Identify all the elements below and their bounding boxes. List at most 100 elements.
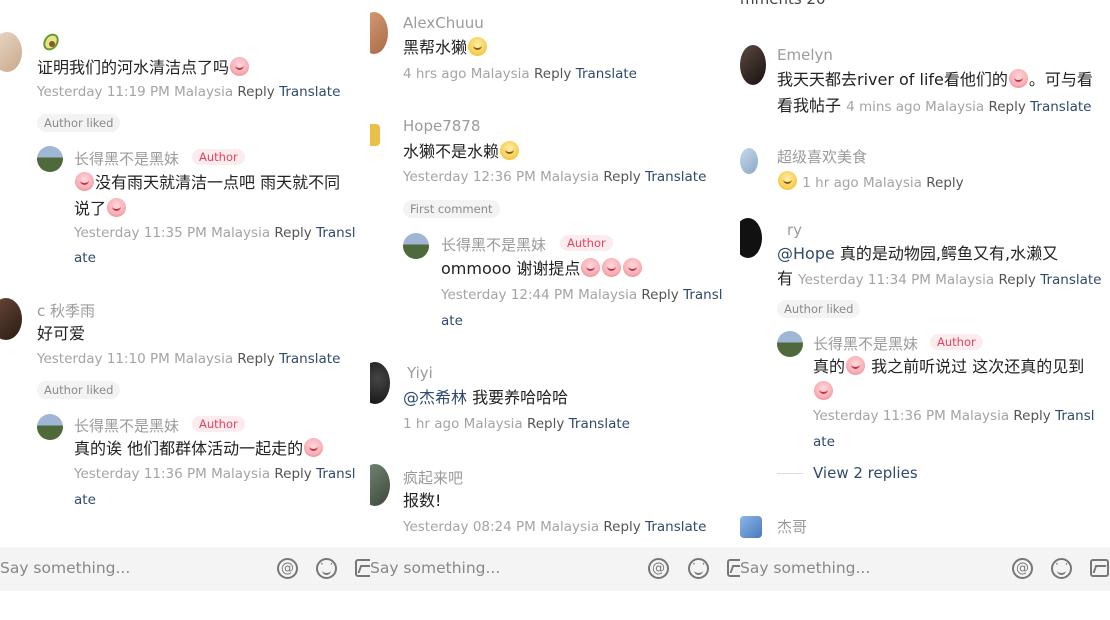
reply-button[interactable]: Reply [237,84,274,100]
author-badge: Author [560,235,613,251]
avatar[interactable] [740,148,758,174]
reply-text: ommooo 谢谢提点 [441,256,643,282]
reply-button[interactable]: Reply [641,287,678,303]
avatar[interactable] [740,218,762,258]
at-icon[interactable]: @ [648,558,669,579]
comment-meta: 4 hrs ago Malaysia Reply Translate [403,66,637,82]
avatar[interactable] [740,516,762,538]
comment-text: 报数! [403,491,442,510]
image-icon[interactable] [1090,559,1109,577]
translate-button[interactable]: Translate [279,351,340,367]
avatar[interactable] [370,464,390,506]
commenter-name[interactable]: 杰哥 [777,516,807,537]
reply-button[interactable]: Reply [527,416,564,432]
comment-text: 我天天都去river of life看他们的 。可与看 [777,69,1093,89]
mention-link[interactable]: @Hope [777,244,835,263]
reply-author-name[interactable]: 长得黑不是黑妹 [74,415,179,436]
commenter-name[interactable]: 疯起来吧 [403,467,463,488]
reply-meta: Yesterday 11:35 PM Malaysia Reply Transl [74,225,356,241]
translate-wrap[interactable]: ate [441,313,463,329]
translate-button[interactable]: Translate [576,66,637,82]
comment-input[interactable]: Say something... [0,559,130,577]
view-replies-link[interactable]: View 2 replies [813,464,918,482]
reply-button[interactable]: Reply [988,99,1025,115]
reply-author-name[interactable]: 长得黑不是黑妹 [74,148,179,169]
translate-button[interactable]: Translate [1030,99,1091,115]
author-liked-badge: Author liked [37,114,121,132]
comment-input[interactable]: Say something... [370,559,500,577]
emoji-icon [602,258,622,277]
reply-meta: Yesterday 11:36 PM Malaysia Reply Transl [74,466,356,482]
translate-button[interactable]: Transl [316,225,355,241]
reply-button[interactable]: Reply [1013,408,1050,424]
reply-text: 真的诶 他们都群体活动一起走的 [74,436,324,462]
reply-button[interactable]: Reply [274,466,311,482]
commenter-name[interactable]: Hope7878 [403,117,480,135]
comment-text: 证明我们的河水清洁点了吗 [37,55,250,81]
comment-text: @Hope 真的是动物园,鳄鱼又有,水濑又 [777,244,1059,263]
author-avatar[interactable] [37,414,63,440]
reply-author-name[interactable]: 长得黑不是黑妹 [813,333,918,354]
reply-button[interactable]: Reply [237,351,274,367]
comment-text: 黑帮水獭 [403,35,488,61]
commenter-name[interactable]: Emelyn [777,46,833,64]
translate-wrap[interactable]: ate [74,492,96,508]
comments-panel-1: 证明我们的河水清洁点了吗 Yesterday 11:19 PM Malaysia… [0,0,370,620]
comment-meta: Yesterday 08:24 PM Malaysia Reply Transl… [403,519,707,535]
translate-button[interactable]: Transl [683,287,722,303]
comment-input-bar: Say something... @ [740,547,1110,591]
comment-meta: Yesterday 12:36 PM Malaysia Reply Transl… [403,169,707,185]
comment-input[interactable]: Say something... [740,559,870,577]
emoji-icon [107,198,127,217]
reply-button[interactable]: Reply [603,169,640,185]
translate-button[interactable]: Translate [569,416,630,432]
comment-text: 水獭不是水赖 [403,139,520,165]
comment-text: 好可爱 [37,324,86,343]
reply-button[interactable]: Reply [603,519,640,535]
emoji-icon [230,57,250,76]
reply-button[interactable]: Reply [999,272,1036,288]
translate-button[interactable]: Translate [1040,272,1101,288]
avatar[interactable] [0,298,22,340]
avatar[interactable] [740,45,766,85]
emoji-icon[interactable] [688,556,709,579]
emoji-icon [814,381,833,400]
avatar[interactable] [0,32,22,72]
comments-panel-3: mments 20 Emelyn 我天天都去river of life看他们的。… [740,0,1110,620]
reply-text: 没有雨天就清洁一点吧 雨天就不同 [74,170,340,196]
avatar[interactable] [370,12,388,54]
emoji-icon[interactable] [1051,556,1072,579]
comment-input-bar: Say something... @ [370,547,740,591]
emoji-icon[interactable] [316,556,337,579]
translate-button[interactable]: Translate [645,169,706,185]
avatar[interactable] [370,124,380,146]
commenter-name[interactable]: c 秋季雨 [37,300,95,321]
translate-button[interactable]: Transl [1055,408,1094,424]
author-avatar[interactable] [777,331,803,357]
at-icon[interactable]: @ [277,558,298,579]
commenter-name[interactable]: 超级喜欢美食 [777,146,867,167]
author-badge: Author [930,334,983,350]
translate-button[interactable]: Translate [279,84,340,100]
image-icon[interactable] [355,559,370,577]
comment-meta: Yesterday 11:19 PM Malaysia Reply Transl… [37,84,341,100]
mention-link[interactable]: @杰希林 [403,388,467,407]
comments-count-header: mments 20 [740,0,826,8]
reply-author-name[interactable]: 长得黑不是黑妹 [441,234,546,255]
reply-button[interactable]: Reply [274,225,311,241]
reply-button[interactable]: Reply [534,66,571,82]
translate-button[interactable]: Transl [316,466,355,482]
commenter-name[interactable]: AlexChuuu [403,14,484,32]
translate-wrap[interactable]: ate [74,250,96,266]
commenter-name[interactable]: ry [787,221,802,239]
translate-button[interactable]: Translate [645,519,706,535]
avatar[interactable] [370,362,390,404]
image-icon[interactable] [727,559,740,577]
at-icon[interactable]: @ [1012,558,1033,579]
author-avatar[interactable] [403,233,429,259]
translate-wrap[interactable]: ate [813,434,835,450]
reply-button[interactable]: Reply [926,175,963,191]
commenter-name[interactable]: Yiyi [407,364,433,382]
reply-meta: Yesterday 12:44 PM Malaysia Reply Transl [441,287,723,303]
author-avatar[interactable] [37,146,63,172]
